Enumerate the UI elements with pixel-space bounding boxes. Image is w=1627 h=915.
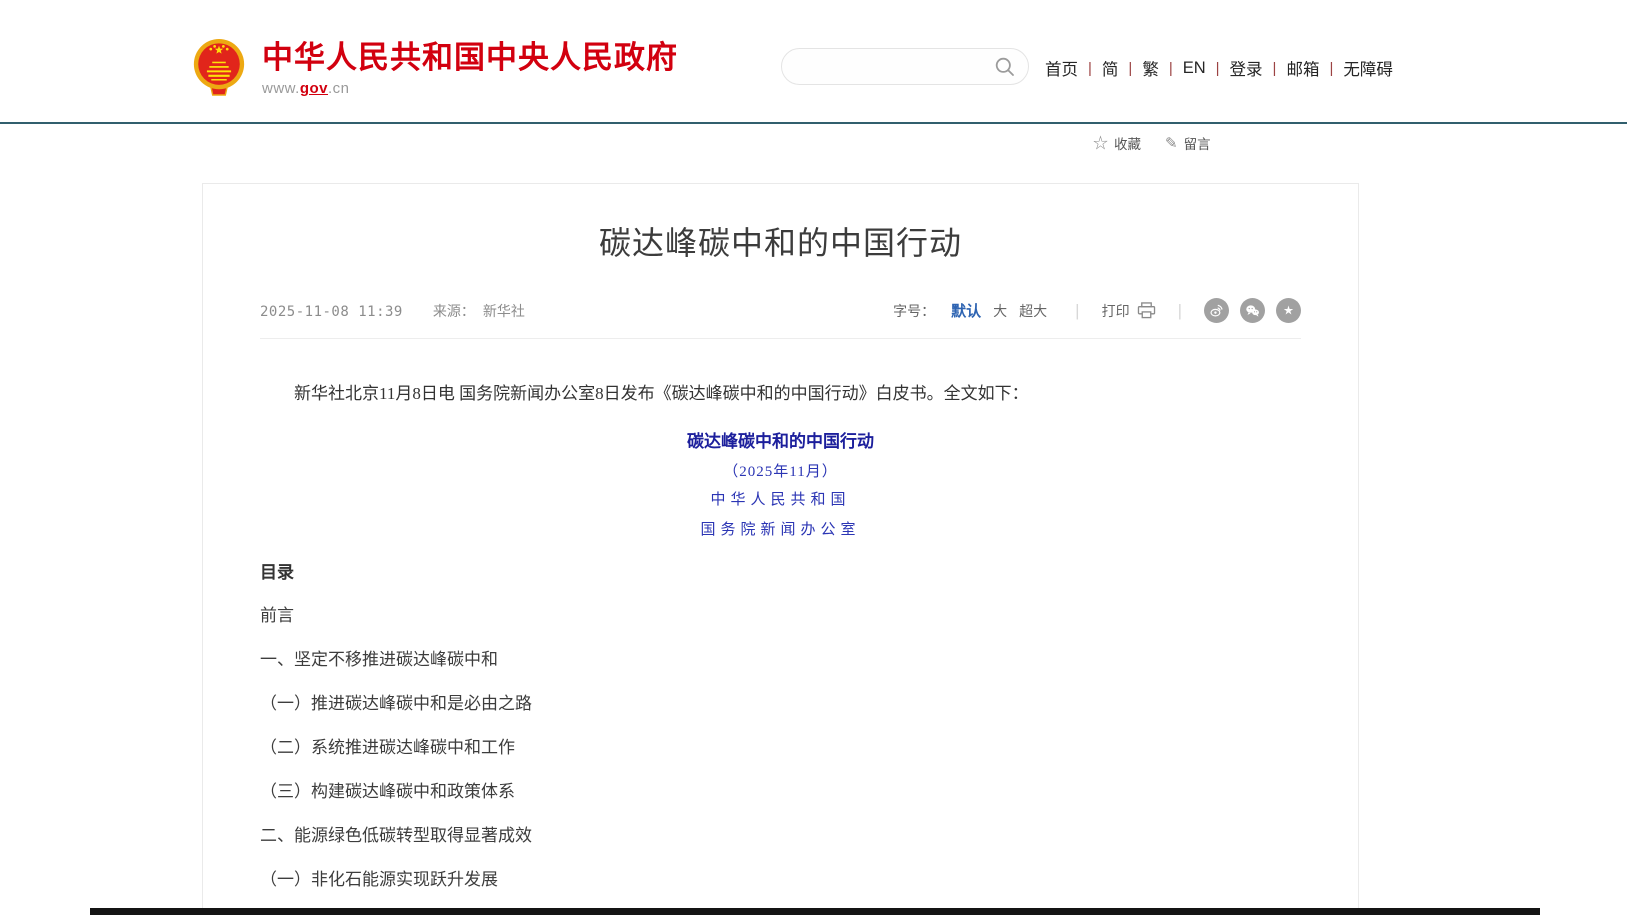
meta-right: 字号： 默认 大 超大 | 打印 | [893,298,1301,323]
nav-home[interactable]: 首页 [1045,56,1078,80]
comment-label: 留言 [1184,133,1211,153]
pencil-icon: ✎ [1165,134,1178,152]
source-value: 新华社 [483,301,525,321]
meta-left: 2025-11-08 11:39 来源： 新华社 [260,301,525,321]
site-text: 中华人民共和国中央人民政府 www.gov.cn [262,36,678,97]
nav-simplified[interactable]: 简 [1102,56,1119,80]
fontsize-default-button[interactable]: 默认 [951,300,981,321]
fontsize-xlarge-button[interactable]: 超大 [1019,301,1047,321]
top-nav: 首页 | 简 | 繁 | EN | 登录 | 邮箱 | 无障碍 [1045,56,1393,80]
toc-item: （一）非化石能源实现跃升发展 [260,869,1301,891]
document-heading-block: 碳达峰碳中和的中国行动 （2025年11月） 中华人民共和国 国务院新闻办公室 [203,430,1358,541]
share-group [1204,298,1301,323]
source: 来源： 新华社 [433,301,525,321]
article-title: 碳达峰碳中和的中国行动 [203,184,1358,264]
publish-date: 2025-11-08 11:39 [260,304,403,320]
bottom-edge-bar [90,908,1540,915]
favorite-button[interactable]: ☆ 收藏 [1093,132,1141,153]
nav-mailbox[interactable]: 邮箱 [1286,56,1319,80]
document-date: （2025年11月） [203,461,1358,483]
url-www: www. [262,80,300,97]
site-header: 中华人民共和国中央人民政府 www.gov.cn 首页 | 简 | 繁 | EN… [0,0,1627,122]
page-actions: ☆ 收藏 ✎ 留言 [1093,132,1211,153]
meta-separator: | [1178,301,1182,321]
share-star-icon[interactable] [1276,298,1301,323]
site-title: 中华人民共和国中央人民政府 [262,42,678,74]
page: 中华人民共和国中央人民政府 www.gov.cn 首页 | 简 | 繁 | EN… [0,0,1627,915]
print-label: 打印 [1102,301,1130,321]
print-button[interactable]: 打印 [1102,301,1156,321]
search-box[interactable] [781,48,1029,85]
nav-separator: | [1128,60,1132,77]
share-weibo-icon[interactable] [1204,298,1229,323]
meta-separator: | [1075,301,1079,321]
nav-separator: | [1216,60,1220,77]
toc-item: （三）构建碳达峰碳中和政策体系 [260,781,1301,803]
toc-item: 二、能源绿色低碳转型取得显著成效 [260,825,1301,847]
nav-separator: | [1169,60,1173,77]
share-wechat-icon[interactable] [1240,298,1265,323]
document-org-line1: 中华人民共和国 [203,489,1358,511]
printer-icon [1137,302,1156,319]
fontsize-label: 字号： [893,301,935,321]
toc-item: 前言 [260,605,1301,627]
nav-english[interactable]: EN [1183,59,1206,78]
url-gov: gov [300,80,328,97]
url-cn: .cn [328,80,350,97]
header-divider [0,122,1627,124]
nav-separator: | [1273,60,1277,77]
nav-login[interactable]: 登录 [1230,56,1263,80]
nav-traditional[interactable]: 繁 [1142,56,1159,80]
favorite-label: 收藏 [1114,133,1141,153]
site-logo[interactable]: 中华人民共和国中央人民政府 www.gov.cn [190,36,678,98]
toc-heading: 目录 [260,562,1301,584]
site-url: www.gov.cn [262,80,678,97]
nav-separator: | [1088,60,1092,77]
star-icon: ☆ [1093,132,1108,153]
search-input[interactable] [800,59,994,75]
comment-button[interactable]: ✎ 留言 [1165,133,1211,153]
source-label: 来源： [433,301,475,321]
toc-item: （二）系统推进碳达峰碳中和工作 [260,737,1301,759]
article-meta: 2025-11-08 11:39 来源： 新华社 字号： 默认 大 超大 | 打… [260,298,1301,339]
nav-separator: | [1329,60,1333,77]
search-icon[interactable] [994,56,1016,78]
lead-paragraph: 新华社北京11月8日电 国务院新闻办公室8日发布《碳达峰碳中和的中国行动》白皮书… [260,381,1301,407]
document-title: 碳达峰碳中和的中国行动 [203,430,1358,454]
nav-accessibility[interactable]: 无障碍 [1343,56,1393,80]
toc-item: 一、坚定不移推进碳达峰碳中和 [260,649,1301,671]
national-emblem-icon [190,36,248,98]
fontsize-large-button[interactable]: 大 [993,301,1007,321]
article-card: 碳达峰碳中和的中国行动 2025-11-08 11:39 来源： 新华社 字号：… [202,183,1359,915]
toc-item: （一）推进碳达峰碳中和是必由之路 [260,693,1301,715]
document-org-line2: 国务院新闻办公室 [203,519,1358,541]
